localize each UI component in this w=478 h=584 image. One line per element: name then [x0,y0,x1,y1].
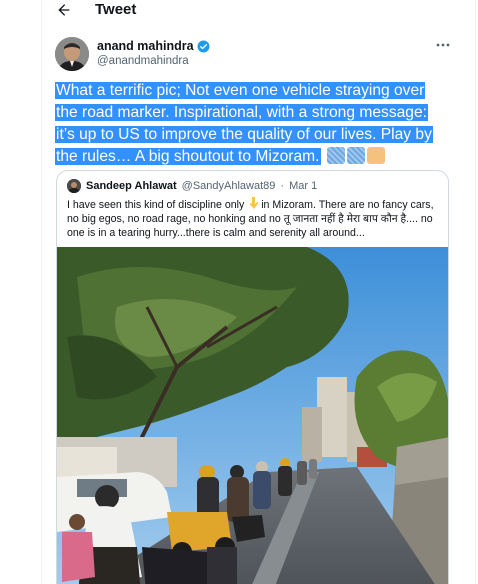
quoted-author-name[interactable]: Sandeep Ahlawat [86,180,177,192]
tweet-text-line: the road marker. Inspirational, with a s… [55,104,428,121]
column-left-border [41,0,42,584]
more-dots-icon [436,43,450,47]
author-name[interactable]: anand mahindra [97,39,210,53]
tweet-text-line: the rules… A big shoutout to Mizoram. [55,148,321,165]
tweet-text: What a terrific pic; Not even one vehicl… [55,80,465,168]
quoted-photo[interactable] [57,247,448,584]
quoted-text-part: I have seen this kind of discipline only [67,199,248,211]
column-right-border [475,0,476,584]
tweet-header: Tweet [42,0,475,24]
author-avatar[interactable] [55,37,89,71]
tweet-text-line: What a terrific pic; Not even one vehicl… [55,82,426,99]
quoted-author-handle[interactable]: @SandyAhlawat89 [182,180,276,192]
quoted-tweet-text: I have seen this kind of discipline only… [67,197,447,240]
tweet-text-line: it’s up to US to improve the quality of … [55,126,433,143]
clapping-hands-icon [346,147,365,164]
quoted-author-avatar[interactable] [67,179,81,193]
more-options-button[interactable] [436,38,450,52]
verified-badge-icon [197,40,210,52]
back-arrow-icon [58,4,70,16]
author-handle[interactable]: @anandmahindra [97,55,189,67]
clapping-hands-icon [326,147,345,164]
quoted-tweet[interactable]: Sandeep Ahlawat @SandyAhlawat89 · Mar 1 … [56,170,449,584]
clapping-hands-icon [366,147,385,164]
page-title: Tweet [95,1,137,18]
quoted-date[interactable]: Mar 1 [289,180,317,192]
meta-separator: · [280,180,285,192]
pointing-down-icon [250,197,259,209]
back-button[interactable] [54,0,74,20]
author-name-text[interactable]: anand mahindra [97,39,194,53]
quoted-tweet-header: Sandeep Ahlawat @SandyAhlawat89 · Mar 1 [67,179,317,193]
